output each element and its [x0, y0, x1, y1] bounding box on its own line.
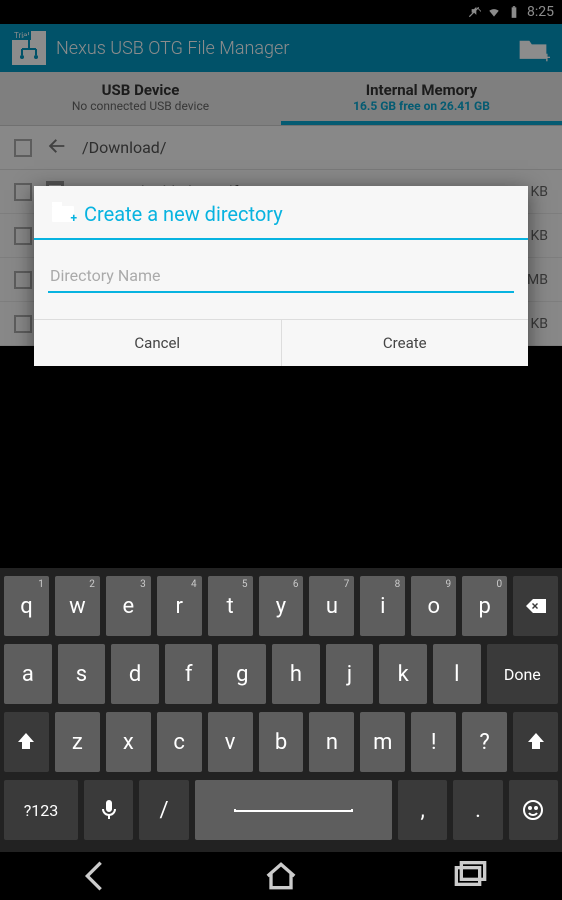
key-o[interactable]: o9 — [411, 576, 456, 636]
key-d[interactable]: d — [111, 644, 159, 704]
key-j[interactable]: j — [326, 644, 374, 704]
nav-home-button[interactable] — [261, 856, 301, 896]
key-?[interactable]: ? — [462, 712, 507, 772]
key-x[interactable]: x — [106, 712, 151, 772]
key-q[interactable]: q1 — [4, 576, 49, 636]
slash-key[interactable]: / — [139, 780, 188, 840]
key-y[interactable]: y6 — [259, 576, 304, 636]
key-p[interactable]: p0 — [462, 576, 507, 636]
key-r[interactable]: r4 — [157, 576, 202, 636]
key-c[interactable]: c — [157, 712, 202, 772]
key-f[interactable]: f — [165, 644, 213, 704]
emoji-key[interactable] — [509, 780, 558, 840]
cancel-button[interactable]: Cancel — [34, 320, 282, 366]
key-l[interactable]: l — [433, 644, 481, 704]
shift-key[interactable] — [4, 712, 49, 772]
key-v[interactable]: v — [208, 712, 253, 772]
create-directory-dialog: + Create a new directory Cancel Create — [34, 186, 528, 366]
key-k[interactable]: k — [379, 644, 427, 704]
system-nav-bar — [0, 852, 562, 900]
symbols-key[interactable]: ?123 — [4, 780, 78, 840]
nav-back-button[interactable] — [74, 856, 114, 896]
done-key[interactable]: Done — [487, 644, 558, 704]
key-n[interactable]: n — [309, 712, 354, 772]
key-h[interactable]: h — [272, 644, 320, 704]
directory-name-input[interactable] — [48, 260, 514, 293]
period-key[interactable]: . — [453, 780, 502, 840]
key-b[interactable]: b — [259, 712, 304, 772]
key-![interactable]: ! — [411, 712, 456, 772]
shift-key-right[interactable] — [513, 712, 558, 772]
key-t[interactable]: t5 — [208, 576, 253, 636]
key-s[interactable]: s — [58, 644, 106, 704]
key-w[interactable]: w2 — [55, 576, 100, 636]
space-key[interactable] — [195, 780, 392, 840]
folder-add-icon: + — [52, 206, 74, 222]
mic-key[interactable] — [84, 780, 133, 840]
nav-recents-button[interactable] — [448, 856, 488, 896]
dialog-title: Create a new directory — [84, 202, 283, 226]
key-m[interactable]: m — [360, 712, 405, 772]
create-button[interactable]: Create — [282, 320, 529, 366]
key-z[interactable]: z — [55, 712, 100, 772]
backspace-key[interactable] — [513, 576, 558, 636]
soft-keyboard: q1w2e3r4t5y6u7i8o9p0 asdfghjklDone zxcvb… — [0, 568, 562, 852]
key-g[interactable]: g — [218, 644, 266, 704]
key-e[interactable]: e3 — [106, 576, 151, 636]
key-u[interactable]: u7 — [309, 576, 354, 636]
key-a[interactable]: a — [4, 644, 52, 704]
comma-key[interactable]: , — [398, 780, 447, 840]
key-i[interactable]: i8 — [360, 576, 405, 636]
